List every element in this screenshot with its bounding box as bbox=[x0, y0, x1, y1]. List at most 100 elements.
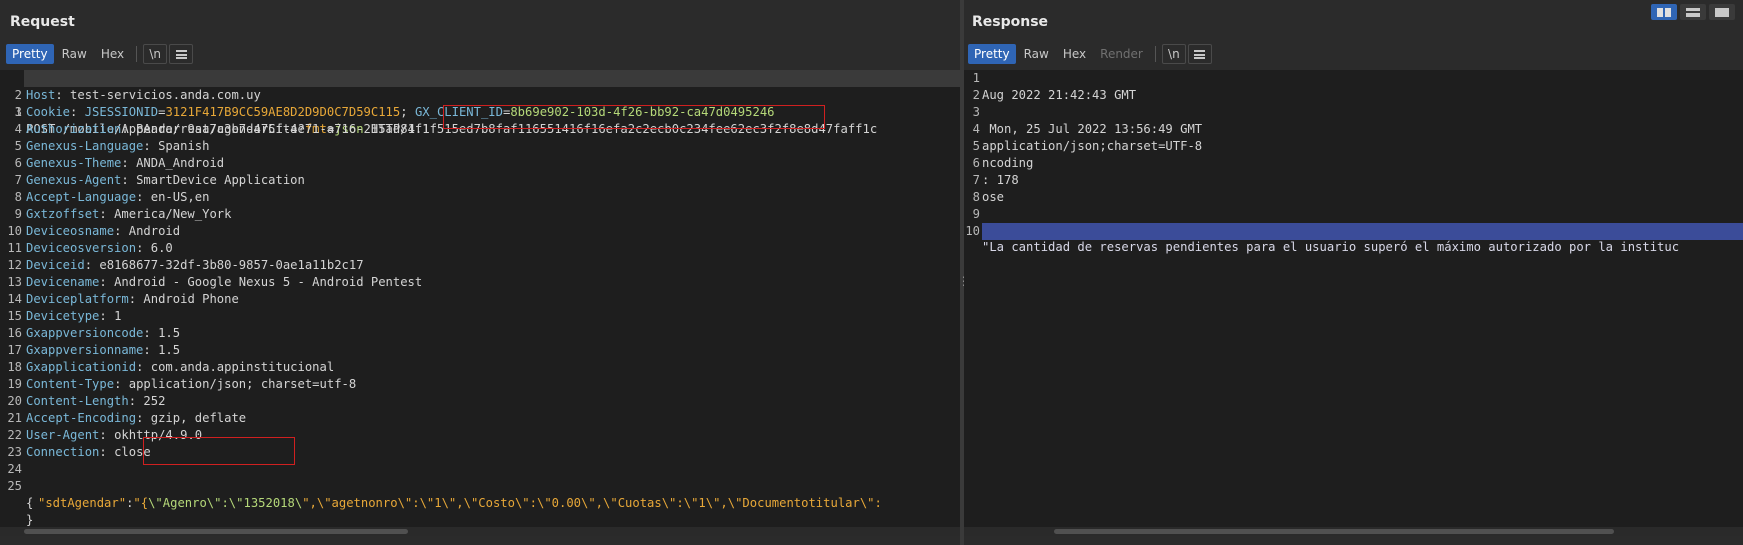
header-name: Content-Length bbox=[26, 394, 129, 408]
header-value: 252 bbox=[143, 394, 166, 408]
request-editor[interactable]: 1 POST /mobile/AppAnda/rest/agendarCita?… bbox=[0, 70, 960, 536]
layout-switcher bbox=[1651, 4, 1735, 20]
header-value: test-servicios.anda.com.uy bbox=[70, 88, 261, 102]
newline-icon: \n bbox=[149, 47, 161, 61]
line-number: 7 bbox=[14, 173, 22, 187]
toolbar-divider bbox=[136, 46, 138, 62]
header-name: User-Agent bbox=[26, 428, 100, 442]
header-name: Gxappversioncode bbox=[26, 326, 144, 340]
header-code: Genexus-Language: Spanish bbox=[26, 139, 210, 153]
header-value: gzip, deflate bbox=[150, 411, 247, 425]
layout-side-by-side-button[interactable] bbox=[1651, 4, 1677, 20]
header-code: Deviceosname: Android bbox=[26, 224, 181, 238]
header-code: Devicetype: 1 bbox=[26, 309, 122, 323]
hamburger-menu-icon bbox=[1194, 49, 1206, 59]
header-code: Gxapplicationid: com.anda.appinstitucion… bbox=[26, 360, 335, 374]
tab-raw[interactable]: Raw bbox=[1018, 44, 1055, 64]
response-title: Response bbox=[972, 14, 1049, 30]
cookie-value: 8b69e902-103d-4f26-bb92-ca47d0495246 bbox=[510, 105, 775, 119]
request-body-line: "sdtAgendar":"{\"Agenro\":\"1352018\",\"… bbox=[0, 478, 882, 510]
header-code: Authorization: Bearer 9aa7c3b7-475f-4e71… bbox=[26, 122, 878, 136]
header-value: Android bbox=[128, 224, 181, 238]
tab-pretty[interactable]: Pretty bbox=[968, 44, 1016, 64]
line-number: 13 bbox=[7, 275, 22, 289]
header-value: ANDA_Android bbox=[136, 156, 225, 170]
json-string-start: "{ bbox=[133, 496, 149, 510]
response-code: ncoding bbox=[982, 156, 1034, 170]
tab-hex[interactable]: Hex bbox=[95, 44, 130, 64]
tab-hex[interactable]: Hex bbox=[1057, 44, 1092, 64]
line-number: 19 bbox=[7, 377, 22, 391]
request-toolbar: Pretty Raw Hex \n bbox=[6, 43, 194, 65]
request-line: 25 { bbox=[0, 461, 44, 510]
tab-render[interactable]: Render bbox=[1094, 44, 1149, 64]
line-number: 3 bbox=[14, 105, 22, 119]
line-number: 2 bbox=[14, 88, 22, 102]
request-line: 1 POST /mobile/AppAnda/rest/agendarCita?… bbox=[0, 70, 960, 136]
response-horizontal-scrollbar[interactable] bbox=[964, 527, 1743, 536]
response-editor[interactable]: 1 2 Aug 2022 21:42:43 GMT 3 4 Mon, 25 Jul 20… bbox=[964, 70, 1743, 536]
header-code: Genexus-Theme: ANDA_Android bbox=[26, 156, 225, 170]
header-name: Authorization bbox=[26, 122, 122, 136]
newline-toggle-button[interactable]: \n bbox=[143, 44, 168, 64]
header-value: en-US,en bbox=[150, 190, 210, 204]
json-agenro-value: \"Agenro\":\"1352018\ bbox=[148, 496, 303, 510]
tab-raw[interactable]: Raw bbox=[56, 44, 93, 64]
options-menu-button[interactable] bbox=[169, 44, 194, 64]
header-value: SmartDevice Application bbox=[136, 173, 305, 187]
header-name: Accept-Language bbox=[26, 190, 137, 204]
header-name: Deviceplatform bbox=[26, 292, 129, 306]
header-value: application/json; charset=utf-8 bbox=[128, 377, 357, 391]
response-toolbar: Pretty Raw Hex Render \n bbox=[968, 43, 1212, 65]
header-code: Connection: close bbox=[26, 445, 151, 459]
line-number: 10 bbox=[965, 224, 980, 238]
response-error-message: "La cantidad de reservas pendientes para… bbox=[982, 240, 1680, 254]
header-name: Deviceid bbox=[26, 258, 85, 272]
layout-stacked-button[interactable] bbox=[1680, 4, 1706, 20]
line-number: 9 bbox=[972, 207, 980, 221]
line-number: 20 bbox=[7, 394, 22, 408]
header-value: 6.0 bbox=[150, 241, 173, 255]
header-code: Accept-Encoding: gzip, deflate bbox=[26, 411, 247, 425]
auth-token-value: 5ed7b8faf116551416f16efa2c2ecb0c234fee62… bbox=[451, 122, 878, 136]
header-name: Devicename bbox=[26, 275, 100, 289]
header-value: com.anda.appinstitucional bbox=[150, 360, 335, 374]
scrollbar-thumb[interactable] bbox=[24, 529, 408, 534]
line-number: 4 bbox=[972, 122, 980, 136]
response-code: : 178 bbox=[982, 173, 1019, 187]
header-name: Content-Type bbox=[26, 377, 115, 391]
line-number: 6 bbox=[972, 156, 980, 170]
response-code: Aug 2022 21:42:43 GMT bbox=[982, 88, 1137, 102]
tab-pretty[interactable]: Pretty bbox=[6, 44, 54, 64]
header-name: Gxappversionname bbox=[26, 343, 144, 357]
rows-icon bbox=[1686, 7, 1700, 17]
header-code: Genexus-Agent: SmartDevice Application bbox=[26, 173, 305, 187]
header-value: close bbox=[114, 445, 151, 459]
newline-toggle-button[interactable]: \n bbox=[1161, 44, 1186, 64]
hamburger-menu-icon bbox=[175, 49, 187, 59]
line-number: 5 bbox=[972, 139, 980, 153]
header-code: Cookie: JSESSIONID=3121F417B9CC59AE8D2D9… bbox=[26, 105, 775, 119]
line-number: 12 bbox=[7, 258, 22, 272]
request-pane: Request Pretty Raw Hex \n 1 POST /mobile… bbox=[0, 0, 960, 545]
line-number: 15 bbox=[7, 309, 22, 323]
header-code: Gxtzoffset: America/New_York bbox=[26, 207, 232, 221]
request-horizontal-scrollbar[interactable] bbox=[0, 527, 960, 536]
header-code: Gxappversionname: 1.5 bbox=[26, 343, 181, 357]
line-number: 5 bbox=[14, 139, 22, 153]
single-panel-icon bbox=[1715, 7, 1729, 17]
line-number: 21 bbox=[7, 411, 22, 425]
line-number: 4 bbox=[14, 122, 22, 136]
header-code: Content-Length: 252 bbox=[26, 394, 166, 408]
header-code: Accept-Language: en-US,en bbox=[26, 190, 210, 204]
line-number: 8 bbox=[972, 190, 980, 204]
header-name: Devicetype bbox=[26, 309, 100, 323]
current-line-highlight bbox=[24, 70, 960, 87]
header-value: Android Phone bbox=[143, 292, 239, 306]
options-menu-button[interactable] bbox=[1187, 44, 1212, 64]
response-code: Mon, 25 Jul 2022 13:56:49 GMT bbox=[982, 122, 1203, 136]
scrollbar-thumb[interactable] bbox=[1054, 529, 1614, 534]
header-name: Accept-Encoding bbox=[26, 411, 137, 425]
response-code: ose bbox=[982, 190, 1005, 204]
layout-single-button[interactable] bbox=[1709, 4, 1735, 20]
